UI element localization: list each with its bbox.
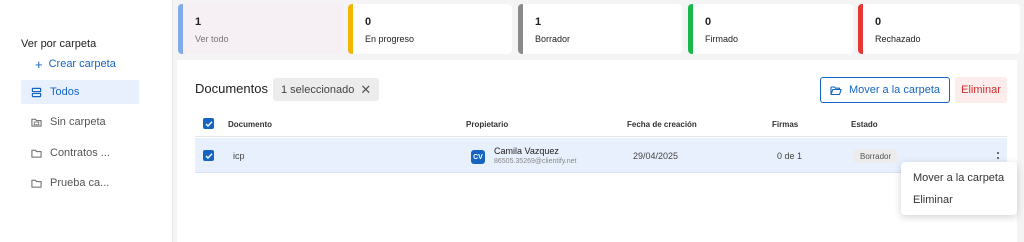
avatar: CV (471, 150, 485, 164)
menu-item-delete[interactable]: Eliminar (913, 194, 953, 206)
move-to-folder-button[interactable]: Mover a la carpeta (820, 77, 950, 103)
created-date: 29/04/2025 (633, 151, 679, 161)
stat-count: 1 (195, 16, 202, 28)
column-header-status[interactable]: Estado (851, 120, 878, 129)
stat-card-firmado[interactable]: 0 Firmado (688, 4, 853, 54)
folder-icon (31, 118, 42, 127)
stat-card-rechazado[interactable]: 0 Rechazado (858, 4, 1020, 54)
folder-icon (31, 179, 42, 188)
sidebar-title: Ver por carpeta (21, 38, 97, 50)
stat-label: Borrador (535, 34, 571, 44)
sidebar-item-prueba[interactable]: Prueba ca... (21, 171, 139, 195)
stat-count: 0 (875, 16, 882, 28)
stat-label: Firmado (705, 34, 739, 44)
stat-count: 1 (535, 16, 542, 28)
signatures-count: 0 de 1 (777, 151, 803, 161)
stat-label: Ver todo (195, 34, 229, 44)
plus-icon: + (35, 56, 43, 72)
column-header-document[interactable]: Documento (228, 120, 272, 129)
create-folder-label: Crear carpeta (48, 58, 116, 70)
stat-color-bar (518, 4, 523, 54)
check-icon (205, 152, 213, 159)
documents-title: Documentos (195, 81, 268, 96)
folder-open-icon (830, 85, 842, 95)
stat-card-ver-todo[interactable]: 1 Ver todo (178, 4, 343, 54)
sidebar-item-label: Sin carpeta (50, 116, 106, 128)
row-checkbox[interactable] (203, 150, 214, 161)
sidebar-item-sin-carpeta[interactable]: Sin carpeta (21, 110, 139, 134)
create-folder-button[interactable]: + Crear carpeta (35, 56, 116, 72)
stat-color-bar (858, 4, 863, 54)
stat-label: En progreso (365, 34, 415, 44)
stat-count: 0 (705, 16, 712, 28)
sidebar: Ver por carpeta + Crear carpeta Todos Si… (0, 0, 173, 242)
stat-card-en-progreso[interactable]: 0 En progreso (348, 4, 512, 54)
sidebar-item-contratos[interactable]: Contratos ... (21, 141, 139, 165)
stat-color-bar (348, 4, 353, 54)
table-header: Documento Propietario Fecha de creación … (195, 113, 1007, 137)
stat-card-borrador[interactable]: 1 Borrador (518, 4, 682, 54)
selection-chip: 1 seleccionado ✕ (273, 78, 380, 101)
stack-icon (31, 87, 42, 97)
check-icon (205, 120, 213, 127)
column-header-signatures[interactable]: Firmas (772, 120, 798, 129)
stat-count: 0 (365, 16, 372, 28)
stat-label: Rechazado (875, 34, 921, 44)
owner-email: 86505.35269@clientify.net (494, 158, 577, 165)
folder-icon (31, 149, 42, 158)
menu-item-move-to-folder[interactable]: Mover a la carpeta (913, 172, 1004, 184)
select-all-checkbox[interactable] (203, 118, 214, 129)
sidebar-item-label: Todos (50, 86, 80, 98)
owner-name: Camila Vazquez (494, 146, 559, 156)
row-context-menu: Mover a la carpeta Eliminar (901, 162, 1017, 215)
column-header-created[interactable]: Fecha de creación (627, 120, 697, 129)
stat-color-bar (178, 4, 183, 54)
stat-color-bar (688, 4, 693, 54)
close-icon[interactable]: ✕ (360, 82, 371, 98)
sidebar-item-todos[interactable]: Todos (21, 80, 139, 104)
delete-button[interactable]: Eliminar (955, 77, 1007, 103)
column-header-owner[interactable]: Propietario (466, 120, 508, 129)
sidebar-item-label: Prueba ca... (50, 177, 110, 189)
sidebar-item-label: Contratos ... (50, 147, 110, 159)
selection-chip-label: 1 seleccionado (281, 83, 355, 96)
table-row[interactable]: icp CV Camila Vazquez 86505.35269@client… (195, 138, 1007, 173)
document-name[interactable]: icp (233, 151, 245, 161)
status-badge: Borrador (854, 149, 898, 163)
move-to-folder-label: Mover a la carpeta (848, 84, 941, 96)
